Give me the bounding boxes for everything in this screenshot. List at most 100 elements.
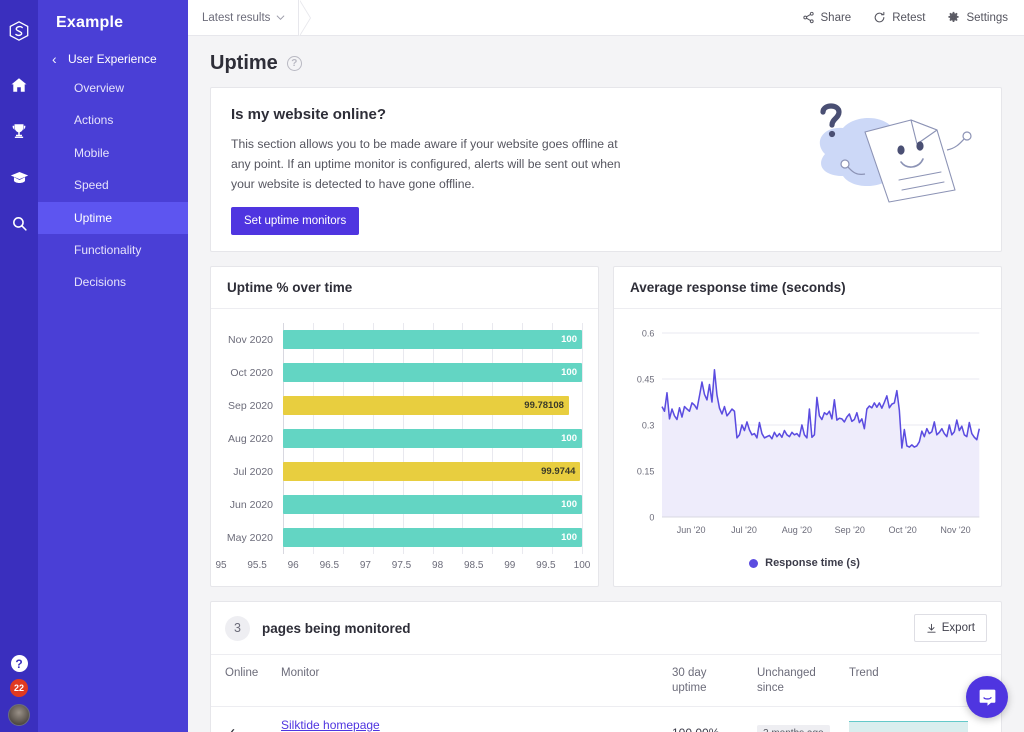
intro-card: Is my website online? This section allow… (210, 87, 1002, 253)
x-tick-label: Aug '20 (782, 525, 812, 535)
bar-chart-row: Sep 2020 99.78108 (221, 389, 582, 422)
x-tick-label: 98 (432, 560, 444, 572)
set-uptime-monitors-button[interactable]: Set uptime monitors (231, 207, 360, 236)
main-area: Latest results Share Retest Settings Upt… (188, 0, 1024, 732)
bar-chart-row: Oct 2020 100 (221, 356, 582, 389)
x-tick-label: 97 (359, 560, 371, 572)
bar[interactable]: 100 (283, 363, 582, 383)
intercom-launcher-button[interactable] (966, 676, 1008, 718)
settings-button[interactable]: Settings (947, 11, 1008, 24)
sidebar-item-functionality[interactable]: Functionality (38, 234, 188, 266)
page-title: Uptime (210, 52, 278, 74)
sidebar-item-mobile[interactable]: Mobile (38, 137, 188, 169)
bar[interactable]: 99.9744 (283, 462, 581, 482)
x-tick-label: 95.5 (247, 560, 267, 572)
sidebar-item-uptime[interactable]: Uptime (38, 201, 188, 234)
export-label: Export (941, 622, 975, 635)
monitors-card-header: 3 pages being monitored Export (211, 602, 1001, 656)
intro-body: This section allows you to be made aware… (231, 137, 621, 192)
bar-category-label: Nov 2020 (228, 333, 273, 346)
bar-track: 100 (283, 323, 582, 356)
legend-label: Response time (s) (765, 557, 860, 570)
graduation-cap-icon[interactable] (2, 158, 36, 196)
bar[interactable]: 100 (283, 495, 582, 515)
x-tick-label: 99 (504, 560, 516, 572)
bar-track: 100 (283, 521, 582, 554)
trophy-icon[interactable] (2, 112, 36, 150)
column-monitor: Monitor (273, 655, 664, 708)
illustration-document-character (807, 102, 987, 207)
chevron-down-icon (276, 15, 285, 21)
y-tick-label: 0.3 (642, 421, 655, 431)
home-icon[interactable] (2, 66, 36, 104)
chat-bubble-icon (979, 689, 995, 706)
bar[interactable]: 99.78108 (283, 396, 569, 416)
bar-chart-row: May 2020 100 (221, 521, 582, 554)
x-tick-label: 99.5 (536, 560, 556, 572)
response-line-chart: 0 0.15 0.3 0.45 0.6 Jun '20 Jul '20 Aug '20 Sep … (624, 323, 985, 555)
share-button[interactable]: Share (802, 11, 852, 24)
sidebar-item-actions[interactable]: Actions (38, 104, 188, 136)
logo-icon[interactable] (2, 12, 36, 50)
retest-button[interactable]: Retest (873, 11, 925, 24)
trend-sparkline (849, 720, 968, 732)
sidebar: Example ‹ User Experience Overview Actio… (38, 0, 188, 732)
x-tick-label: Sep '20 (835, 525, 865, 535)
x-tick-label: 98.5 (463, 560, 484, 572)
bar[interactable]: 100 (283, 528, 582, 548)
bar-category-label: May 2020 (226, 531, 273, 544)
retest-label: Retest (892, 11, 926, 24)
bar-category-label: Jul 2020 (233, 465, 273, 478)
help-icon[interactable]: ? (10, 655, 28, 672)
x-tick-label: 96.5 (319, 560, 340, 572)
topbar: Latest results Share Retest Settings (188, 0, 1024, 36)
bar-category-label: Aug 2020 (228, 432, 273, 445)
gear-icon (948, 11, 960, 23)
bar[interactable]: 100 (283, 330, 582, 350)
response-chart-body: 0 0.15 0.3 0.45 0.6 Jun '20 Jul '20 Aug '20 Sep … (614, 309, 1001, 581)
table-row[interactable]: ✓Silktide homepagehttps://silktide.com/1… (211, 706, 1001, 732)
breadcrumb[interactable]: Latest results (188, 0, 300, 36)
monitors-card: 3 pages being monitored Export Online Mo… (210, 601, 1002, 732)
help-question-icon[interactable]: ? (286, 56, 302, 71)
avatar[interactable] (8, 704, 30, 726)
content-scroll: Is my website online? This section allow… (188, 87, 1024, 732)
column-online: Online (211, 655, 273, 708)
response-chart-title: Average response time (seconds) (614, 267, 1001, 310)
response-time-card: Average response time (seconds) 0 0.15 0.3… (613, 266, 1002, 588)
export-button[interactable]: Export (913, 614, 987, 643)
bar-track: 99.78108 (283, 389, 582, 422)
sidebar-back-user-experience[interactable]: ‹ User Experience (38, 46, 188, 72)
bar-track: 100 (283, 356, 582, 389)
y-tick-label: 0.45 (637, 375, 655, 385)
x-tick-label: Jul '20 (731, 525, 757, 535)
bar-track: 100 (283, 488, 582, 521)
search-icon[interactable] (2, 204, 36, 242)
bar-chart-row: Aug 2020 100 (221, 422, 582, 455)
share-label: Share (820, 11, 852, 24)
bar-track: 100 (283, 422, 582, 455)
notification-badge[interactable]: 22 (10, 679, 28, 697)
y-tick-label: 0.15 (637, 467, 655, 477)
x-tick-label: 96 (287, 560, 299, 572)
breadcrumb-label: Latest results (202, 11, 271, 24)
topbar-actions: Share Retest Settings (802, 11, 1024, 24)
response-area-fill (662, 370, 980, 518)
bar-track: 99.9744 (283, 455, 582, 488)
bar-chart-row: Jun 2020 100 (221, 488, 582, 521)
sidebar-item-decisions[interactable]: Decisions (38, 266, 188, 298)
x-tick-label: Oct '20 (888, 525, 916, 535)
uptime-over-time-card: Uptime % over time Nov 2020 100 Oct 2020 10… (210, 266, 599, 588)
x-tick-label: 95 (215, 560, 227, 572)
page-header: Uptime ? (188, 36, 1024, 87)
legend-marker-icon (749, 558, 759, 568)
y-tick-label: 0.6 (642, 329, 655, 339)
sidebar-item-overview[interactable]: Overview (38, 72, 188, 104)
bar[interactable]: 100 (283, 429, 582, 449)
uptime-bar-chart: Nov 2020 100 Oct 2020 100 Sep 2020 99.78108 Au… (221, 323, 583, 555)
retest-icon (874, 11, 885, 23)
uptime-value: 100.00% (664, 706, 749, 732)
monitor-name-link[interactable]: Silktide homepage (281, 718, 656, 732)
sidebar-item-speed[interactable]: Speed (38, 169, 188, 201)
bar-category-label: Jun 2020 (229, 498, 273, 511)
